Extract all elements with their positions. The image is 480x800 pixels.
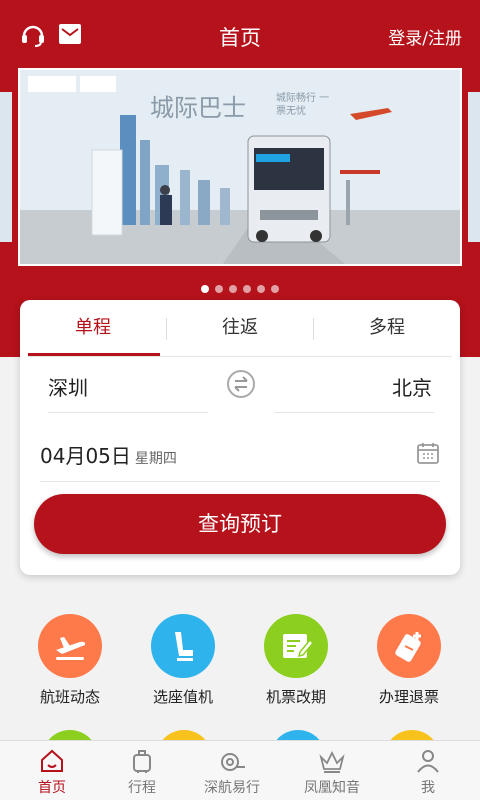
plane-landing-icon <box>38 614 102 678</box>
service-label: 办理退票 <box>378 688 439 706</box>
tab-round-trip[interactable]: 往返 <box>167 300 313 356</box>
luggage-icon <box>128 747 156 775</box>
banner-headline: 城际巴士 <box>150 94 246 122</box>
service-flight-status[interactable]: 航班动态 <box>20 614 120 707</box>
banner-next-peek <box>468 92 480 242</box>
promo-banner[interactable]: 城际巴士 城际畅行 一票无忧 <box>18 68 462 266</box>
departure-city[interactable]: 深圳 <box>48 372 88 401</box>
banner-pagination <box>0 278 480 297</box>
tab-home[interactable]: 首页 <box>4 745 100 797</box>
calendar-icon[interactable] <box>416 441 440 465</box>
tab-label: 首页 <box>38 780 66 796</box>
service-label: 航班动态 <box>39 688 100 706</box>
tab-label: 凤凰知音 <box>304 780 360 796</box>
app-header: 首页 登录/注册 <box>0 0 480 72</box>
banner-prev-peek <box>0 92 12 242</box>
tab-shenzhen-airlines[interactable]: 深航易行 <box>184 745 280 797</box>
bottom-tab-bar: 首页 行程 深航易行 凤凰知音 我 <box>0 740 480 800</box>
to-underline <box>274 412 434 413</box>
shenzhen-airlines-icon <box>218 747 246 775</box>
banner-dot[interactable] <box>229 285 237 293</box>
edit-ticket-icon <box>264 614 328 678</box>
banner-dot[interactable] <box>271 285 279 293</box>
tab-me[interactable]: 我 <box>380 745 476 797</box>
swap-cities-icon[interactable] <box>227 370 255 398</box>
departure-date[interactable]: 04月05日 星期四 <box>40 440 177 469</box>
date-underline <box>40 481 440 482</box>
search-booking-button[interactable]: 查询预订 <box>34 494 446 554</box>
banner-dot[interactable] <box>215 285 223 293</box>
service-refund[interactable]: 办理退票 <box>359 614 459 707</box>
banner-dot[interactable] <box>257 285 265 293</box>
flight-search-card: 单程 往返 多程 深圳 北京 04月05日 星期四 查询预订 <box>20 300 460 575</box>
tab-label: 我 <box>421 780 435 796</box>
service-label: 选座值机 <box>152 688 213 706</box>
arrival-city[interactable]: 北京 <box>392 372 432 401</box>
tab-label: 行程 <box>128 780 156 796</box>
service-seat-checkin[interactable]: 选座值机 <box>133 614 233 707</box>
service-label: 机票改期 <box>265 688 326 706</box>
seat-icon <box>151 614 215 678</box>
crown-icon <box>318 747 346 775</box>
login-register-link[interactable]: 登录/注册 <box>388 24 462 49</box>
tab-multi-city[interactable]: 多程 <box>314 300 460 356</box>
refund-ticket-icon <box>377 614 441 678</box>
tabs-divider <box>28 356 452 357</box>
service-ticket-change[interactable]: 机票改期 <box>246 614 346 707</box>
tab-one-way[interactable]: 单程 <box>20 300 166 356</box>
trip-type-tabs: 单程 往返 多程 <box>20 300 460 356</box>
home-icon <box>38 747 66 775</box>
banner-dot[interactable] <box>243 285 251 293</box>
banner-tagline: 城际畅行 一票无忧 <box>276 93 330 117</box>
tab-label: 深航易行 <box>204 780 260 796</box>
tab-phoenix-miles[interactable]: 凤凰知音 <box>284 745 380 797</box>
weekday-label: 星期四 <box>134 451 177 467</box>
tab-trips[interactable]: 行程 <box>94 745 190 797</box>
from-underline <box>48 412 208 413</box>
user-icon <box>414 747 442 775</box>
date-value: 04月05日 <box>40 444 131 468</box>
banner-dot[interactable] <box>201 285 209 293</box>
